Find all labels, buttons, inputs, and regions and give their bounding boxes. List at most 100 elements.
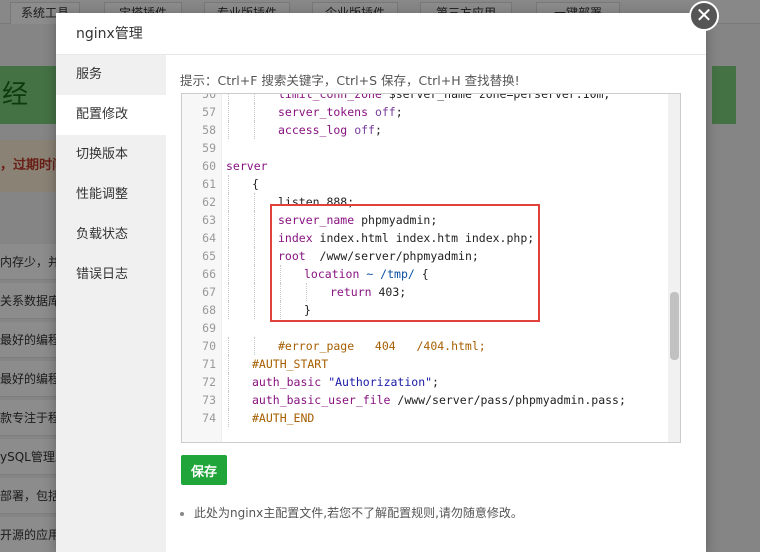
sidebar-item-performance[interactable]: 性能调整	[56, 175, 166, 215]
config-code-editor[interactable]: 56 limit_conn_zone $server_name zone=pers…	[181, 93, 681, 443]
indent-guide	[254, 121, 255, 139]
code-line[interactable]: 72 auth_basic "Authorization";	[182, 373, 680, 391]
indent-guide	[228, 301, 229, 319]
code-text[interactable]: index index.html index.htm index.php;	[278, 229, 534, 247]
indent-guide	[254, 103, 255, 121]
sidebar-item-error-log[interactable]: 错误日志	[56, 255, 166, 295]
code-text[interactable]: limit_conn_zone $server_name zone=perser…	[278, 94, 610, 103]
code-line[interactable]: 67 return 403;	[182, 283, 680, 301]
line-number: 63	[202, 213, 216, 227]
line-number: 67	[202, 285, 216, 299]
code-line[interactable]: 74 #AUTH_END	[182, 409, 680, 427]
code-line[interactable]: 60 server	[182, 157, 680, 175]
indent-guide	[228, 247, 229, 265]
code-text[interactable]: #AUTH_END	[252, 409, 314, 427]
indent-guide	[228, 355, 229, 373]
line-number: 61	[202, 177, 216, 191]
editor-scrollbar-thumb[interactable]	[670, 292, 679, 360]
sidebar-item-load-status[interactable]: 负载状态	[56, 215, 166, 255]
indent-guide	[254, 265, 255, 283]
code-line[interactable]: 61 {	[182, 175, 680, 193]
indent-guide	[228, 121, 229, 139]
indent-guide	[228, 175, 229, 193]
indent-guide	[228, 265, 229, 283]
config-note-text: 此处为nginx主配置文件,若您不了解配置规则,请勿随意修改。	[194, 506, 523, 520]
sidebar-item-service[interactable]: 服务	[56, 55, 166, 95]
code-text[interactable]: location ~ /tmp/ {	[304, 265, 429, 283]
code-text[interactable]: auth_basic "Authorization";	[252, 373, 439, 391]
code-line[interactable]: 58 access_log off;	[182, 121, 680, 139]
dialog-title: nginx管理	[56, 13, 706, 55]
code-line[interactable]: 59	[182, 139, 680, 157]
sidebar-item-switch-version[interactable]: 切换版本	[56, 135, 166, 175]
line-number: 57	[202, 105, 216, 119]
config-panel: 提示：Ctrl+F 搜索关键字，Ctrl+S 保存，Ctrl+H 查找替换! 5…	[166, 55, 706, 552]
line-number: 73	[202, 393, 216, 407]
code-line[interactable]: 68}	[182, 301, 680, 319]
indent-guide	[280, 265, 281, 283]
sidebar-item-config-edit[interactable]: 配置修改	[56, 95, 166, 135]
shortcut-hint: 提示：Ctrl+F 搜索关键字，Ctrl+S 保存，Ctrl+H 查找替换!	[180, 73, 520, 88]
line-number: 60	[202, 159, 216, 173]
code-line[interactable]: 70 #error_page 404 /404.html;	[182, 337, 680, 355]
code-text[interactable]: server	[226, 157, 268, 175]
code-line[interactable]: 69	[182, 319, 680, 337]
code-line[interactable]: 64 index index.html index.htm index.php;	[182, 229, 680, 247]
indent-guide	[228, 94, 229, 103]
indent-guide	[228, 409, 229, 427]
editor-scrollbar[interactable]	[668, 94, 680, 442]
code-text[interactable]: {	[252, 175, 259, 193]
line-number: 71	[202, 357, 216, 371]
bullet-icon	[180, 511, 184, 516]
indent-guide	[228, 373, 229, 391]
code-line[interactable]: 57 server_tokens off;	[182, 103, 680, 121]
line-number: 56	[202, 93, 216, 101]
line-number: 74	[202, 411, 216, 425]
code-lines[interactable]: 56 limit_conn_zone $server_name zone=pers…	[182, 93, 680, 427]
indent-guide	[228, 391, 229, 409]
line-number: 70	[202, 339, 216, 353]
line-number: 62	[202, 195, 216, 209]
code-line[interactable]: 73 auth_basic_user_file /www/server/pass/…	[182, 391, 680, 409]
line-number: 64	[202, 231, 216, 245]
line-number: 72	[202, 375, 216, 389]
code-line[interactable]: 56 limit_conn_zone $server_name zone=pers…	[182, 93, 680, 103]
indent-guide	[254, 229, 255, 247]
code-text[interactable]: server_name phpmyadmin;	[278, 211, 437, 229]
code-line[interactable]: 66 location ~ /tmp/ {	[182, 265, 680, 283]
nginx-manager-dialog: nginx管理 服务 配置修改 切换版本 性能调整 负载状态 错误日志 提示：C…	[56, 13, 706, 552]
line-number: 68	[202, 303, 216, 317]
code-text[interactable]: access_log off;	[278, 121, 382, 139]
code-text[interactable]: }	[304, 301, 311, 319]
line-number: 69	[202, 321, 216, 335]
code-text[interactable]: server_tokens off;	[278, 103, 403, 121]
code-line[interactable]: 63 server_name phpmyadmin;	[182, 211, 680, 229]
line-number: 59	[202, 141, 216, 155]
indent-guide	[228, 337, 229, 355]
indent-guide	[280, 301, 281, 319]
code-text[interactable]: listen 888;	[278, 193, 354, 211]
indent-guide	[228, 211, 229, 229]
line-number: 66	[202, 267, 216, 281]
code-text[interactable]: #error_page 404 /404.html;	[278, 337, 486, 355]
code-text[interactable]: return 403;	[330, 283, 406, 301]
indent-guide	[228, 103, 229, 121]
indent-guide	[254, 301, 255, 319]
line-number: 58	[202, 123, 216, 137]
indent-guide	[254, 193, 255, 211]
indent-guide	[306, 283, 307, 301]
indent-guide	[254, 94, 255, 103]
dialog-sidebar: 服务 配置修改 切换版本 性能调整 负载状态 错误日志	[56, 55, 166, 552]
indent-guide	[254, 337, 255, 355]
code-text[interactable]: root /www/server/phpmyadmin;	[278, 247, 479, 265]
code-text[interactable]: #AUTH_START	[252, 355, 328, 373]
indent-guide	[254, 247, 255, 265]
code-line[interactable]: 62 listen 888;	[182, 193, 680, 211]
config-note: 此处为nginx主配置文件,若您不了解配置规则,请勿随意修改。	[180, 504, 523, 521]
code-text[interactable]: auth_basic_user_file /www/server/pass/ph…	[252, 391, 626, 409]
save-button[interactable]: 保存	[181, 455, 227, 485]
code-line[interactable]: 65 root /www/server/phpmyadmin;	[182, 247, 680, 265]
indent-guide	[228, 283, 229, 301]
close-icon[interactable]: ✕	[689, 1, 719, 31]
code-line[interactable]: 71 #AUTH_START	[182, 355, 680, 373]
